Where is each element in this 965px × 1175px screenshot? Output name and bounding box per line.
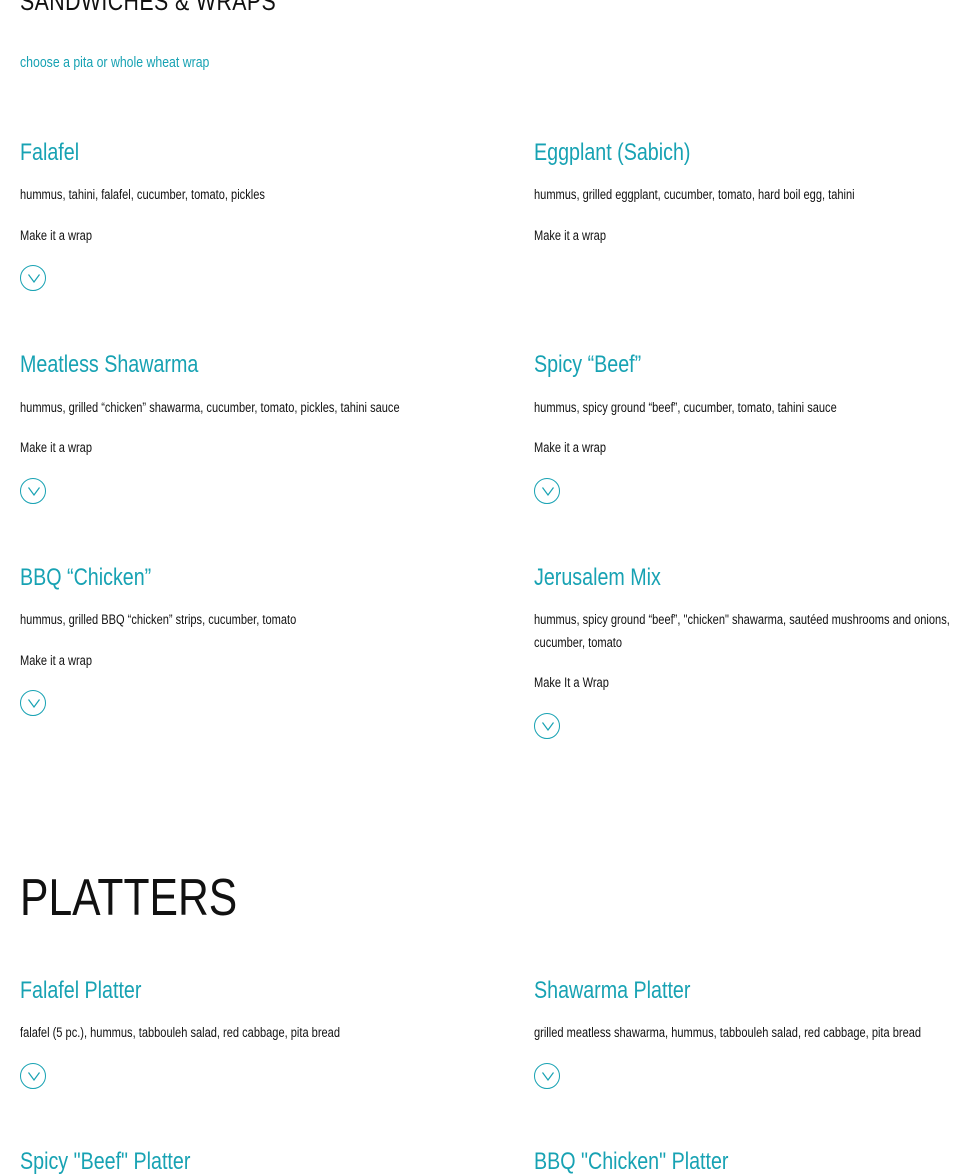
menu-item-spicy-beef: Spicy “Beef” hummus, spicy ground “beef”… — [534, 351, 964, 504]
item-description: hummus, grilled eggplant, cucumber, toma… — [534, 187, 855, 202]
item-name: Eggplant (Sabich) — [534, 139, 691, 166]
chevron-down-icon[interactable] — [534, 1063, 560, 1089]
menu-item-eggplant: Eggplant (Sabich) hummus, grilled eggpla… — [534, 139, 964, 244]
chevron-down-icon[interactable] — [20, 478, 46, 504]
menu-item-falafel-platter: Falafel Platter falafel (5 pc.), hummus,… — [20, 977, 450, 1089]
item-description: grilled meatless shawarma, hummus, tabbo… — [534, 1025, 922, 1040]
menu-item-meatless-shawarma: Meatless Shawarma hummus, grilled “chick… — [20, 351, 450, 504]
item-name: BBQ “Chicken” — [20, 564, 152, 591]
menu-item-bbq-chicken-platter: BBQ "Chicken" Platter — [534, 1148, 729, 1175]
make-wrap-option[interactable]: Make it a wrap — [20, 653, 92, 668]
chevron-down-icon[interactable] — [20, 265, 46, 291]
item-description: falafel (5 pc.), hummus, tabbouleh salad… — [20, 1025, 341, 1040]
chevron-down-icon[interactable] — [534, 478, 560, 504]
chevron-down-icon[interactable] — [20, 690, 46, 716]
section-title-platters: PLATTERS — [20, 869, 238, 927]
item-description: hummus, spicy ground “beef”, cucumber, t… — [534, 400, 837, 415]
menu-item-jerusalem-mix: Jerusalem Mix hummus, spicy ground “beef… — [534, 564, 964, 739]
item-name: Jerusalem Mix — [534, 564, 661, 591]
make-wrap-option[interactable]: Make it a wrap — [20, 228, 92, 243]
chevron-down-icon[interactable] — [534, 713, 560, 739]
section-title-sandwiches: SANDWICHES & WRAPS — [20, 0, 277, 16]
item-description: hummus, tahini, falafel, cucumber, tomat… — [20, 187, 265, 202]
section-subtitle: choose a pita or whole wheat wrap — [20, 54, 210, 71]
make-wrap-option[interactable]: Make It a Wrap — [534, 675, 609, 690]
item-name: Meatless Shawarma — [20, 351, 199, 378]
item-description: hummus, spicy ground “beef”, "chicken" s… — [534, 612, 950, 650]
item-name: Shawarma Platter — [534, 977, 691, 1004]
menu-item-shawarma-platter: Shawarma Platter grilled meatless shawar… — [534, 977, 964, 1089]
item-name: Spicy “Beef” — [534, 351, 642, 378]
make-wrap-option[interactable]: Make it a wrap — [534, 440, 606, 455]
item-name: Falafel — [20, 139, 80, 166]
make-wrap-option[interactable]: Make it a wrap — [20, 440, 92, 455]
item-name: Falafel Platter — [20, 977, 142, 1004]
menu-item-falafel: Falafel hummus, tahini, falafel, cucumbe… — [20, 139, 450, 291]
item-description: hummus, grilled “chicken” shawarma, cucu… — [20, 400, 400, 415]
item-description: hummus, grilled BBQ “chicken” strips, cu… — [20, 612, 297, 627]
menu-item-spicy-beef-platter: Spicy "Beef" Platter — [20, 1148, 191, 1175]
menu-item-bbq-chicken: BBQ “Chicken” hummus, grilled BBQ “chick… — [20, 564, 450, 716]
chevron-down-icon[interactable] — [20, 1063, 46, 1089]
make-wrap-option[interactable]: Make it a wrap — [534, 228, 606, 243]
